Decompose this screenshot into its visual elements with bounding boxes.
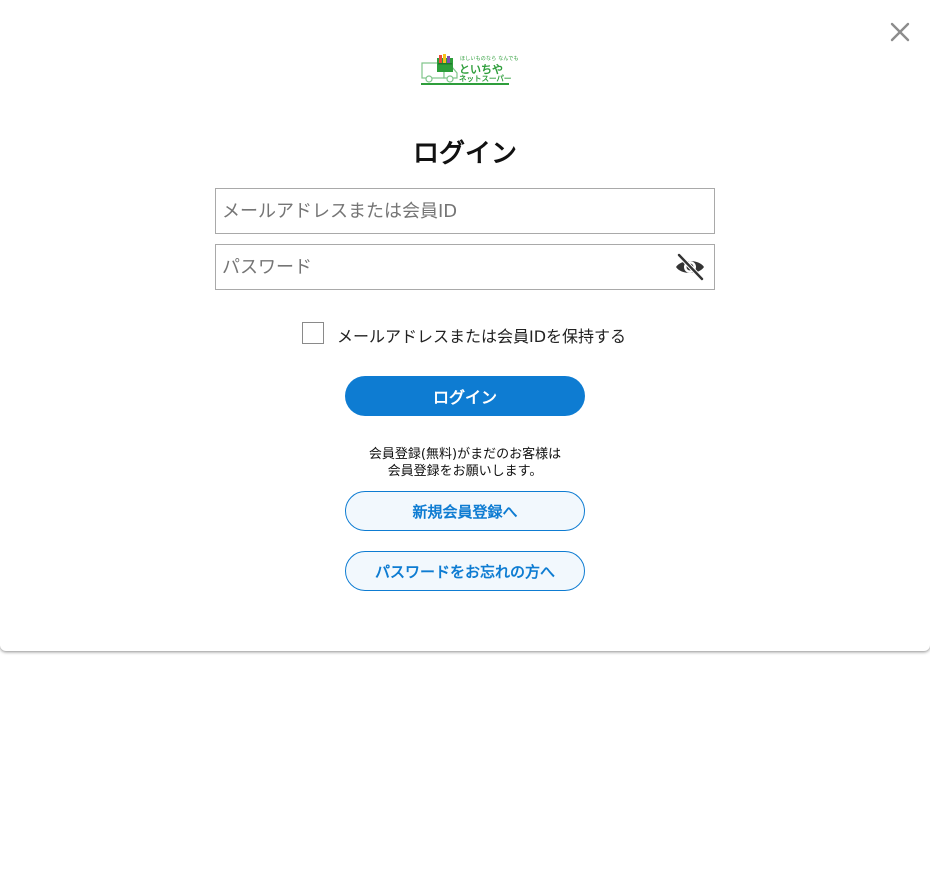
- password-field-wrapper: [215, 244, 715, 290]
- register-button[interactable]: 新規会員登録へ: [345, 491, 585, 531]
- truck-icon: [421, 54, 458, 83]
- login-modal: ほしいものなら なんでも といちや ネットスーパー ログイン メールアドレスまた…: [0, 0, 930, 651]
- email-field-wrapper: [215, 188, 715, 234]
- password-visibility-toggle[interactable]: [674, 252, 706, 282]
- store-logo: ほしいものなら なんでも といちや ネットスーパー: [420, 54, 519, 86]
- register-note: 会員登録(無料)がまだのお客様は 会員登録をお願いします。: [0, 446, 930, 480]
- remember-label[interactable]: メールアドレスまたは会員IDを保持する: [337, 323, 626, 347]
- forgot-password-button[interactable]: パスワードをお忘れの方へ: [345, 551, 585, 591]
- register-note-line-1: 会員登録(無料)がまだのお客様は: [368, 447, 562, 462]
- logo-underline: [421, 83, 509, 85]
- login-button[interactable]: ログイン: [345, 376, 585, 416]
- close-button[interactable]: [888, 20, 912, 44]
- eye-slash-icon[interactable]: [674, 252, 706, 282]
- email-input[interactable]: [216, 189, 714, 233]
- close-icon[interactable]: [888, 20, 912, 44]
- register-note-line-2: 会員登録をお願いします。: [387, 464, 543, 479]
- page-title: ログイン: [412, 139, 517, 169]
- remember-checkbox[interactable]: [302, 322, 324, 344]
- password-input[interactable]: [216, 245, 714, 289]
